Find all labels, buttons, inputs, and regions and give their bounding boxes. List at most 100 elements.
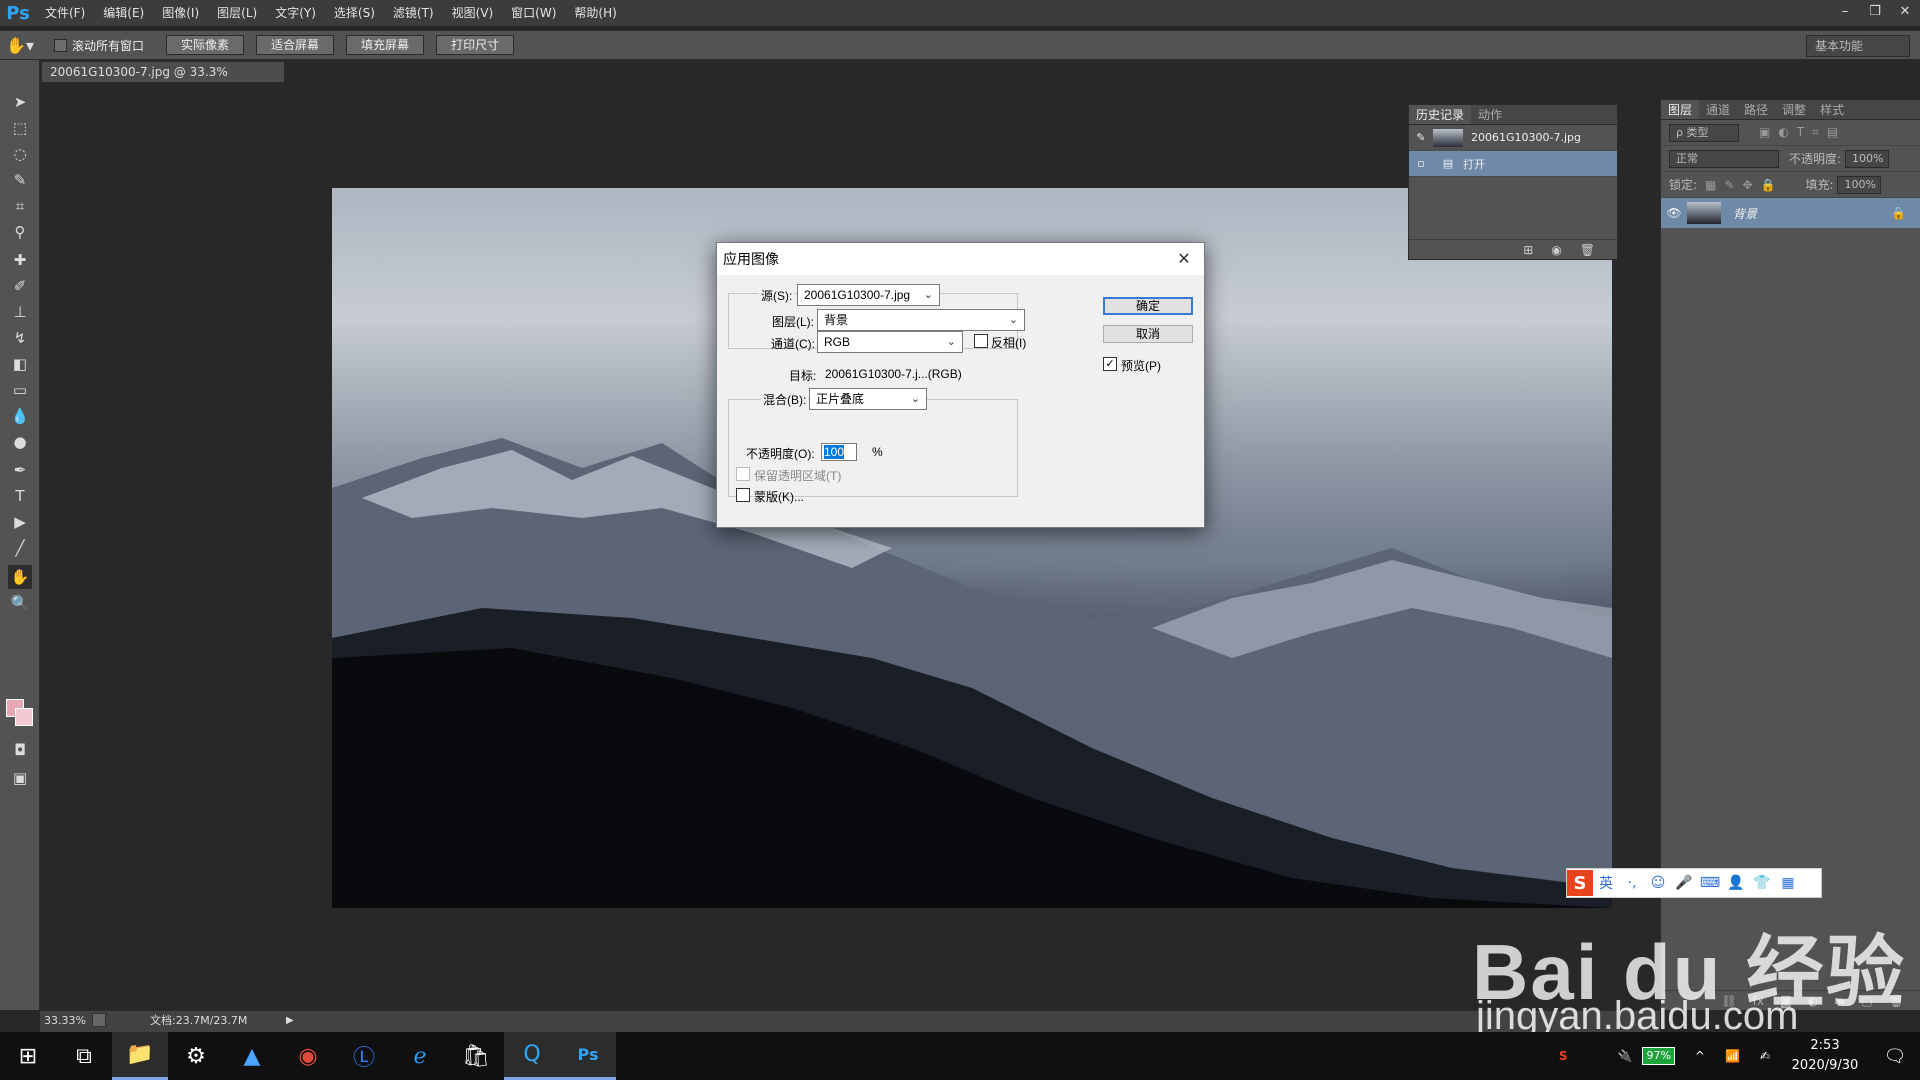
windows-start-icon[interactable]: ⊞ [0,1032,56,1080]
cancel-button[interactable]: 取消 [1103,325,1193,343]
minimize-icon[interactable]: – [1830,0,1860,22]
notification-icon[interactable]: 🗨 [1870,1046,1920,1067]
menu-image[interactable]: 图像(I) [153,0,208,26]
channel-select[interactable]: RGB ⌄ [817,331,963,353]
tab-layers[interactable]: 图层 [1661,100,1700,119]
layer-opacity-field[interactable]: 100% [1845,149,1890,168]
path-select-tool-icon[interactable]: ▶ [8,510,32,534]
skin-shirt-icon[interactable]: 👕 [1749,870,1775,896]
menu-view[interactable]: 视图(V) [443,0,503,26]
preview-checkbox[interactable]: ✓ [1103,357,1117,371]
move-tool-icon[interactable]: ➤ [8,90,32,114]
new-document-from-state-icon[interactable]: ⊞ [1523,243,1533,257]
tab-paths[interactable]: 路径 [1737,100,1775,119]
tab-history[interactable]: 历史记录 [1409,105,1472,124]
source-select[interactable]: 20061G10300-7.jpg ⌄ [797,284,940,306]
camera-snapshot-icon[interactable]: ◉ [1551,243,1561,257]
mask-checkbox[interactable] [736,488,750,502]
blend-select[interactable]: 正片叠底 ⌄ [809,388,927,410]
l-app-icon[interactable]: Ⓛ [336,1032,392,1080]
scroll-all-windows-checkbox[interactable]: 滚动所有窗口 [54,37,144,54]
history-step-open[interactable]: ▫ ▤ 打开 [1409,151,1617,177]
healing-brush-tool-icon[interactable]: ✚ [8,248,32,272]
hand-tool-preset-icon[interactable]: ✋▾ [0,36,40,55]
wifi-icon[interactable]: 📶 [1725,1049,1740,1063]
menu-file[interactable]: 文件(F) [36,0,94,26]
zoom-tool-icon[interactable]: 🔍 [8,591,32,615]
punctuation-icon[interactable]: ·, [1619,870,1645,896]
eraser-tool-icon[interactable]: ◧ [8,352,32,376]
file-explorer-icon[interactable]: 📁 [112,1032,168,1080]
checkbox-box[interactable] [54,38,67,52]
lock-icons[interactable]: ▦✎✥🔒 [1705,178,1783,192]
restore-icon[interactable]: ❐ [1860,0,1890,22]
gradient-tool-icon[interactable]: ▭ [8,378,32,402]
microphone-icon[interactable]: 🎤 [1671,870,1697,896]
qq-browser-icon[interactable]: Q [504,1032,560,1080]
history-brush-tool-icon[interactable]: ↯ [8,326,32,350]
clone-stamp-tool-icon[interactable]: ⊥ [8,300,32,324]
lasso-tool-icon[interactable]: ◌ [8,142,32,166]
sogou-tray-icon[interactable]: S [1559,1049,1568,1063]
photoshop-taskbar-icon[interactable]: Ps [560,1032,616,1080]
layer-blend-mode[interactable]: 正常 [1669,149,1779,168]
photos-app-icon[interactable]: ▲ [224,1032,280,1080]
print-size-button[interactable]: 打印尺寸 [436,35,515,55]
fill-field[interactable]: 100% [1837,175,1882,194]
eyedropper-tool-icon[interactable]: ⚲ [8,220,32,244]
opacity-input[interactable]: 100 [821,443,857,461]
dialog-close-icon[interactable]: ✕ [1172,247,1196,271]
line-tool-icon[interactable]: ╱ [8,536,32,560]
type-tool-icon[interactable]: T [8,484,32,508]
history-step-checkbox[interactable]: ▫ [1409,157,1433,170]
ime-language-toggle[interactable]: 英 [1593,870,1619,896]
status-menu-arrow-icon[interactable]: ▶ [286,1011,294,1031]
chrome-icon[interactable]: ◉ [280,1032,336,1080]
power-plug-icon[interactable]: 🔌 [1618,1049,1633,1063]
history-brush-source-icon[interactable]: ✎ [1409,131,1433,144]
keyboard-icon[interactable]: ⌨ [1697,870,1723,896]
menu-help[interactable]: 帮助(H) [565,0,625,26]
sogou-logo[interactable]: S [1567,870,1593,896]
menu-window[interactable]: 窗口(W) [502,0,565,26]
chevron-up-icon[interactable]: ^ [1695,1049,1705,1063]
user-icon[interactable]: 👤 [1723,870,1749,896]
layer-visibility-eye-icon[interactable]: 👁 [1661,206,1687,220]
layer-background-row[interactable]: 👁 背景 🔒 [1661,198,1920,228]
menu-filter[interactable]: 滤镜(T) [384,0,443,26]
screen-mode-icon[interactable]: ▣ [8,766,32,790]
dialog-titlebar[interactable]: 应用图像 [717,243,1204,275]
close-icon[interactable]: ✕ [1890,0,1920,22]
tab-actions[interactable]: 动作 [1471,105,1509,124]
emoji-icon[interactable]: ☺ [1645,870,1671,896]
delete-state-icon[interactable]: 🗑 [1580,243,1595,257]
brush-tool-icon[interactable]: ✐ [8,274,32,298]
preserve-transparency-checkbox[interactable] [736,467,750,481]
toolbox-grid-icon[interactable]: ▦ [1775,870,1801,896]
pen-tool-icon[interactable]: ✒ [8,458,32,482]
battery-indicator[interactable]: 97% [1642,1047,1675,1065]
pen-icon[interactable]: ✍ [1760,1049,1770,1063]
ok-button[interactable]: 确定 [1103,297,1193,315]
history-snapshot[interactable]: ✎ 20061G10300-7.jpg [1409,125,1617,151]
quick-select-tool-icon[interactable]: ✎ [8,168,32,192]
workspace-select[interactable]: 基本功能 [1806,35,1910,57]
clock[interactable]: 2:53 2020/9/30 [1780,1036,1870,1076]
menu-edit[interactable]: 编辑(E) [94,0,153,26]
fit-screen-button[interactable]: 适合屏幕 [256,35,335,55]
crop-tool-icon[interactable]: ⌗ [8,194,32,218]
layer-select[interactable]: 背景 ⌄ [817,309,1025,331]
task-view-icon[interactable]: ⧉ [56,1032,112,1080]
actual-pixels-button[interactable]: 实际像素 [166,35,245,55]
tab-styles[interactable]: 样式 [1813,100,1851,119]
marquee-tool-icon[interactable]: ⬚ [8,116,32,140]
tab-channels[interactable]: 通道 [1699,100,1737,119]
tab-adjustments[interactable]: 调整 [1775,100,1813,119]
zoom-level[interactable]: 33.33% [44,1011,86,1031]
background-color-swatch[interactable] [15,708,33,726]
menu-layer[interactable]: 图层(L) [208,0,266,26]
quick-mask-icon[interactable]: ◘ [8,738,32,762]
settings-gear-icon[interactable]: ⚙ [168,1032,224,1080]
document-tab[interactable]: 20061G10300-7.jpg @ 33.3%(RGB/8#) × [42,62,284,99]
menu-select[interactable]: 选择(S) [325,0,384,26]
